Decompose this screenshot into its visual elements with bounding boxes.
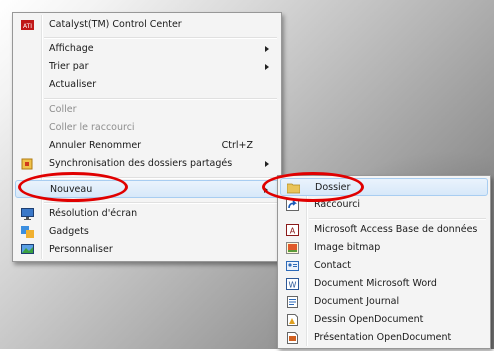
submenu-item-word[interactable]: W Document Microsoft Word xyxy=(280,275,488,293)
personalize-icon xyxy=(21,244,34,256)
menu-item-personnaliser[interactable]: Personnaliser xyxy=(15,241,279,259)
access-icon: A xyxy=(286,224,299,236)
submenu-item-od-drawing[interactable]: Dessin OpenDocument xyxy=(280,311,488,329)
shortcut-label: Ctrl+Z xyxy=(221,140,253,151)
menu-item-label: Document Microsoft Word xyxy=(314,278,437,289)
svg-text:A: A xyxy=(290,227,296,236)
gadgets-icon xyxy=(21,226,34,238)
monitor-icon xyxy=(21,208,34,220)
menu-item-label: Microsoft Access Base de données xyxy=(314,224,478,235)
menu-separator xyxy=(44,98,277,100)
submenu-item-access[interactable]: A Microsoft Access Base de données xyxy=(280,221,488,239)
menu-item-actualiser[interactable]: Actualiser xyxy=(15,76,279,94)
menu-item-label: Catalyst(TM) Control Center xyxy=(49,19,182,30)
submenu-item-journal[interactable]: Document Journal xyxy=(280,293,488,311)
menu-separator xyxy=(44,202,277,204)
word-icon: W xyxy=(286,278,299,290)
menu-item-label: Contact xyxy=(314,260,351,271)
menu-item-label: Dessin OpenDocument xyxy=(314,314,424,325)
menu-item-label: Présentation OpenDocument xyxy=(314,332,452,343)
menu-item-label: Personnaliser xyxy=(49,244,113,255)
menu-item-label: Gadgets xyxy=(49,226,89,237)
menu-item-coller-raccourci: Coller le raccourci xyxy=(15,119,279,137)
menu-item-label: Trier par xyxy=(49,61,89,72)
journal-icon xyxy=(286,296,299,308)
submenu-arrow-icon xyxy=(265,46,269,52)
menu-item-trier-par[interactable]: Trier par xyxy=(15,58,279,76)
annotation-ellipse-nouveau xyxy=(18,172,128,202)
menu-separator xyxy=(44,37,277,39)
od-drawing-icon xyxy=(286,314,299,326)
submenu-arrow-icon xyxy=(265,161,269,167)
menu-item-label: Annuler Renommer xyxy=(49,140,142,151)
svg-text:W: W xyxy=(289,281,297,290)
menu-item-synchronisation[interactable]: Synchronisation des dossiers partagés xyxy=(15,155,279,173)
svg-text:ATI: ATI xyxy=(23,23,32,30)
menu-item-label: Coller le raccourci xyxy=(49,122,135,133)
menu-item-label: Synchronisation des dossiers partagés xyxy=(49,158,233,169)
menu-item-label: Image bitmap xyxy=(314,242,381,253)
menu-item-catalyst[interactable]: ATI Catalyst(TM) Control Center xyxy=(15,16,279,34)
submenu-item-bitmap[interactable]: Image bitmap xyxy=(280,239,488,257)
menu-item-label: Actualiser xyxy=(49,79,97,90)
submenu-arrow-icon xyxy=(265,64,269,70)
menu-item-label: Document Journal xyxy=(314,296,400,307)
menu-item-label: Affichage xyxy=(49,43,94,54)
sync-icon xyxy=(21,158,34,170)
menu-item-resolution[interactable]: Résolution d'écran xyxy=(15,205,279,223)
menu-item-coller: Coller xyxy=(15,101,279,119)
submenu-item-contact[interactable]: Contact xyxy=(280,257,488,275)
menu-item-label: Résolution d'écran xyxy=(49,208,138,219)
menu-item-gadgets[interactable]: Gadgets xyxy=(15,223,279,241)
ati-icon: ATI xyxy=(21,19,34,31)
menu-separator xyxy=(309,218,486,220)
menu-item-annuler-renommer[interactable]: Annuler Renommer Ctrl+Z xyxy=(15,137,279,155)
menu-item-affichage[interactable]: Affichage xyxy=(15,40,279,58)
bitmap-icon xyxy=(286,242,299,254)
od-presentation-icon xyxy=(286,332,299,344)
submenu-item-od-presentation[interactable]: Présentation OpenDocument xyxy=(280,329,488,347)
annotation-ellipse-dossier xyxy=(262,172,364,202)
menu-item-label: Coller xyxy=(49,104,77,115)
desktop-context-menu: ATI Catalyst(TM) Control Center Affichag… xyxy=(12,12,282,262)
contact-icon xyxy=(286,260,299,272)
